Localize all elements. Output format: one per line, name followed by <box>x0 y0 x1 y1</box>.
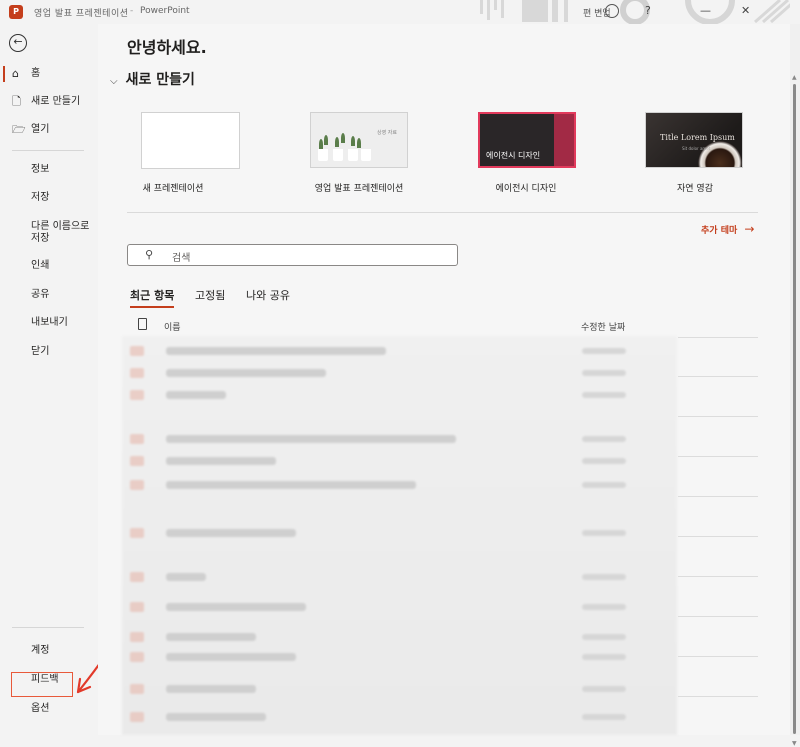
template-caption: 에이전시 디자인 <box>495 184 557 194</box>
close-window-icon[interactable]: ✕ <box>741 4 750 17</box>
home-panel: 안녕하세요. ⌵ 새로 만들기 새 프레젠테이션 상영 자료 영업 발표 프레젠테… <box>98 24 790 735</box>
recent-files-list <box>122 336 677 735</box>
nav-item-share[interactable]: 공유 <box>0 283 98 307</box>
nav-item-label: 열기 <box>31 124 50 135</box>
list-item[interactable] <box>122 648 677 666</box>
list-item[interactable] <box>122 342 677 360</box>
template-caption: 자연 영감 <box>677 184 713 194</box>
arrow-right-icon: → <box>744 222 755 236</box>
app-name: PowerPoint <box>140 6 190 16</box>
nav-item-close[interactable]: 닫기 <box>0 340 98 364</box>
new-document-icon: 🗋 <box>12 95 21 108</box>
scroll-up-icon[interactable]: ▲ <box>792 74 797 81</box>
file-type-icon <box>138 318 147 330</box>
help-icon[interactable]: ? <box>645 4 651 17</box>
section-title: 새로 만들기 <box>125 72 195 88</box>
nav-item-save[interactable]: 저장 <box>0 186 98 210</box>
nav-item-home[interactable]: ⌂ 홈 <box>0 62 98 86</box>
nav-item-open[interactable]: 🗁 열기 <box>0 118 98 142</box>
nav-item-label: 내보내기 <box>31 317 68 328</box>
nav-item-label: 저장 <box>31 233 50 244</box>
thumbnail-subtext: Sit dolor amet <box>682 146 711 151</box>
list-item[interactable] <box>122 476 677 494</box>
template-caption: 새 프레젠테이션 <box>142 184 204 194</box>
options-highlight-box <box>11 672 73 697</box>
list-item[interactable] <box>122 628 677 646</box>
list-item[interactable] <box>122 364 677 382</box>
document-title: 영업 발표 프레젠테이션 <box>34 9 129 19</box>
nav-item-label: 다른 이름으로 <box>31 221 90 232</box>
backstage-nav: ← ⌂ 홈 🗋 새로 만들기 🗁 열기 정보 저장 다른 이름으로 저장 인쇄 … <box>0 24 98 735</box>
new-section-header[interactable]: ⌵ 새로 만들기 <box>110 69 195 89</box>
list-item[interactable] <box>122 430 677 448</box>
search-icon: ⚲ <box>145 248 154 261</box>
list-item[interactable] <box>122 708 677 726</box>
nav-item-label: 닫기 <box>31 346 50 357</box>
chevron-down-icon: ⌵ <box>110 76 118 87</box>
back-arrow-icon[interactable]: ← <box>9 34 27 52</box>
tab-pinned[interactable]: 고정됨 <box>195 287 225 303</box>
nav-item-label: 저장 <box>31 192 50 203</box>
template-thumbnail <box>141 112 240 169</box>
vertical-scrollbar[interactable]: ▲ ▼ <box>790 24 800 747</box>
more-themes-link[interactable]: 추가 테마 → <box>701 222 754 236</box>
tab-recent[interactable]: 최근 항목 <box>130 287 175 308</box>
column-header-modified[interactable]: 수정한 날짜 <box>581 320 625 333</box>
nav-item-info[interactable]: 정보 <box>0 158 98 182</box>
list-item[interactable] <box>122 680 677 698</box>
more-themes-label: 추가 테마 <box>701 226 738 236</box>
nav-divider <box>12 150 84 151</box>
nav-item-label: 새로 만들기 <box>31 96 81 107</box>
powerpoint-logo-icon: P <box>9 5 23 19</box>
template-caption: 영업 발표 프레젠테이션 <box>314 184 404 194</box>
nav-item-new[interactable]: 🗋 새로 만들기 <box>0 90 98 114</box>
scroll-down-icon[interactable]: ▼ <box>792 740 797 747</box>
list-item[interactable] <box>122 386 677 404</box>
list-item[interactable] <box>122 524 677 542</box>
thumbnail-text: 에이전시 디자인 <box>486 151 541 160</box>
nav-item-label: 정보 <box>31 164 50 175</box>
column-header-name[interactable]: 이름 <box>164 320 181 333</box>
search-placeholder: 검색 <box>172 253 191 264</box>
list-item[interactable] <box>122 452 677 470</box>
title-bar: P 영업 발표 프레젠테이션 - PowerPoint 편 변업 ? — ✕ <box>0 0 800 24</box>
list-item[interactable] <box>122 568 677 586</box>
search-input[interactable]: ⚲ 검색 <box>127 244 458 266</box>
nav-item-label: 옵션 <box>31 703 50 714</box>
template-thumbnail: Title Lorem Ipsum Sit dolor amet <box>645 112 743 168</box>
greeting-title: 안녕하세요. <box>127 38 207 57</box>
thumbnail-text: 상영 자료 <box>377 130 397 136</box>
minimize-icon[interactable]: — <box>700 4 711 17</box>
nav-item-label: 공유 <box>31 289 50 300</box>
list-item[interactable] <box>122 598 677 616</box>
user-avatar[interactable] <box>605 4 619 18</box>
nav-item-print[interactable]: 인쇄 <box>0 254 98 278</box>
thumbnail-text: Title Lorem Ipsum <box>660 133 735 142</box>
nav-item-label: 인쇄 <box>31 260 50 271</box>
title-separator: - <box>130 6 134 16</box>
nav-item-label: 홈 <box>31 68 41 79</box>
folder-open-icon: 🗁 <box>12 123 26 136</box>
template-thumbnail: 상영 자료 <box>310 112 408 168</box>
scrollbar-thumb[interactable] <box>793 84 796 734</box>
section-divider <box>127 212 758 213</box>
nav-item-options[interactable]: 옵션 <box>0 697 98 721</box>
nav-item-label: 계정 <box>31 645 50 656</box>
home-icon: ⌂ <box>12 67 19 80</box>
tab-shared-with-me[interactable]: 나와 공유 <box>246 287 290 303</box>
nav-item-export[interactable]: 내보내기 <box>0 311 98 335</box>
template-thumbnail: 에이전시 디자인 <box>478 112 576 168</box>
nav-divider <box>12 627 84 628</box>
nav-item-save-as[interactable]: 다른 이름으로 저장 <box>31 221 93 245</box>
